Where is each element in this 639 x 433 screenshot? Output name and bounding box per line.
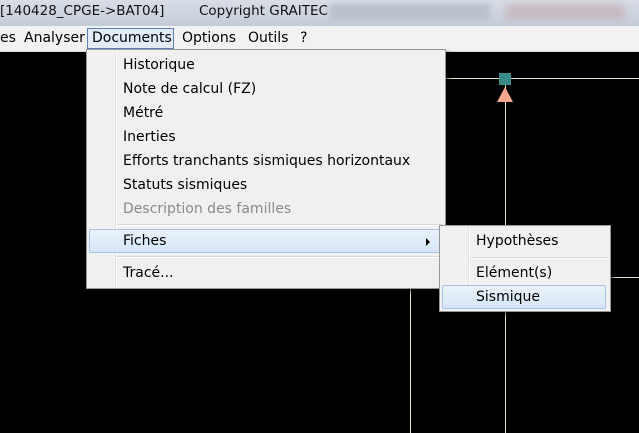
blurred-window-controls (505, 4, 625, 20)
copyright-text: Copyright GRAITEC (199, 3, 328, 19)
menu-outils[interactable]: Outils (244, 28, 292, 49)
beam-line-right (609, 277, 639, 278)
blurred-title-area (330, 4, 490, 20)
menu-separator (117, 256, 443, 258)
menu-item-description-familles: Description des familles (123, 201, 292, 217)
beam-line-top (444, 78, 639, 79)
menu-item-statuts-sismiques[interactable]: Statuts sismiques (89, 173, 441, 197)
submenu-item-hypotheses[interactable]: Hypothèses (442, 229, 606, 253)
menu-item-metre[interactable]: Métré (89, 101, 441, 125)
menu-item-inerties[interactable]: Inerties (89, 125, 441, 149)
submenu-item-sismique[interactable]: Sismique (442, 285, 606, 309)
support-icon (497, 87, 513, 102)
menu-item-note-de-calcul[interactable]: Note de calcul (FZ) (89, 77, 441, 101)
window-title: [140428_CPGE->BAT04] (0, 3, 165, 19)
menu-item-efforts-tranchants[interactable]: Efforts tranchants sismiques horizontaux (89, 149, 441, 173)
menu-item-trace[interactable]: Tracé... (89, 261, 441, 285)
menu-options[interactable]: Options (178, 28, 240, 49)
node-marker-icon (499, 73, 511, 85)
submenu-separator (470, 257, 608, 259)
documents-menu: Historique Note de calcul (FZ) Métré Ine… (86, 49, 446, 289)
submenu-item-elements[interactable]: Elément(s) (442, 261, 606, 285)
column-line-left (410, 287, 411, 433)
menu-help[interactable]: ? (296, 28, 311, 49)
menu-separator (117, 224, 443, 226)
menu-es[interactable]: es (0, 28, 20, 49)
menu-documents[interactable]: Documents (87, 28, 174, 49)
fiches-submenu: Hypothèses Elément(s) Sismique (439, 225, 611, 312)
menu-item-historique[interactable]: Historique (89, 53, 441, 77)
menu-analyser[interactable]: Analyser (20, 28, 89, 49)
title-bar: [140428_CPGE->BAT04] Copyright GRAITEC (0, 0, 639, 26)
submenu-arrow-icon (426, 238, 430, 246)
menu-item-fiches[interactable]: Fiches (89, 229, 441, 253)
